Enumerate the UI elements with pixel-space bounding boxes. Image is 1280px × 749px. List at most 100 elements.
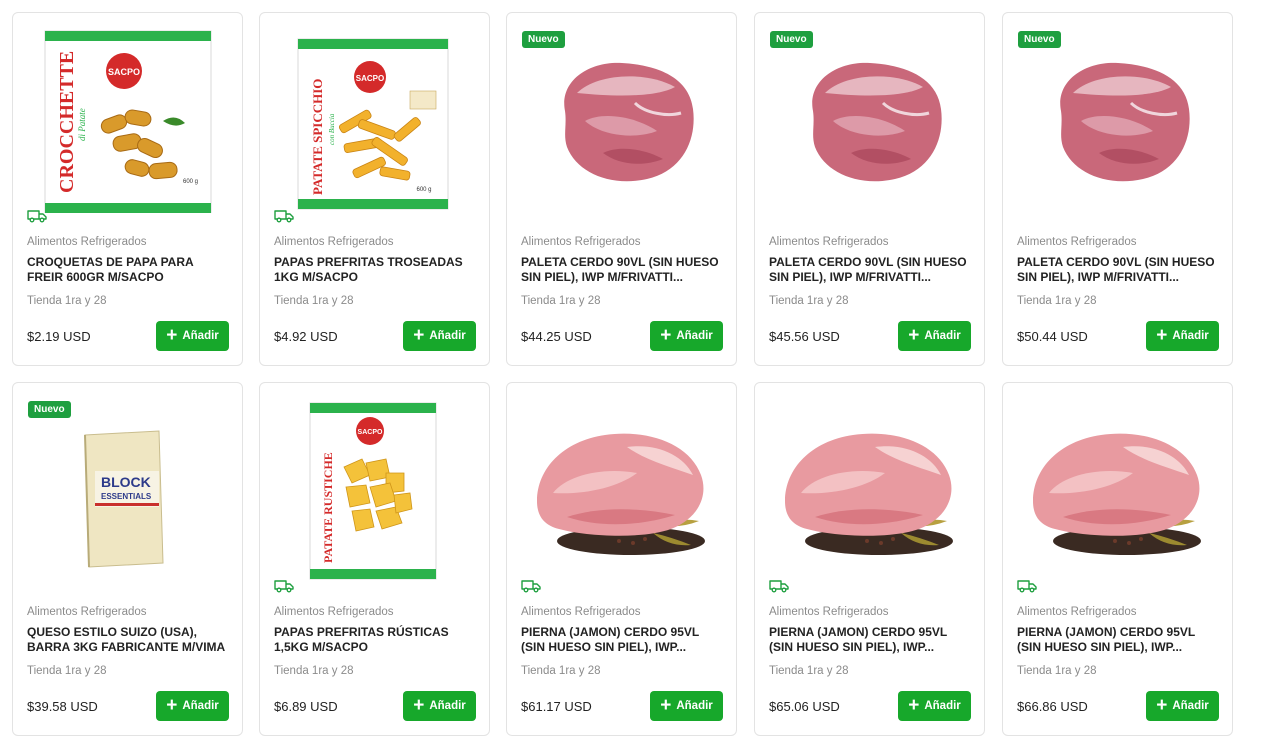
delivery-truck-icon [1017,578,1037,598]
product-image[interactable]: SACPO PATATE SPICCHIO con Buccia 600 g [260,13,489,213]
product-title[interactable]: PIERNA (JAMON) CERDO 95VL (SIN HUESO SIN… [1017,625,1222,655]
product-price: $4.92 USD [274,329,338,344]
package-name: PATATE SPICCHIO [310,79,325,195]
product-image[interactable] [755,383,984,583]
product-image[interactable]: SACPO CROCCHETTE di Patate 600 g [13,13,242,213]
store-name: Tienda 1ra y 28 [274,665,354,677]
plus-icon: + [660,324,672,346]
add-button-label: Añadir [924,700,961,712]
new-badge: Nuevo [770,31,813,48]
plus-icon: + [660,694,672,716]
product-category: Alimentos Refrigerados [769,606,889,618]
plus-icon: + [908,694,920,716]
store-name: Tienda 1ra y 28 [1017,665,1097,677]
store-name: Tienda 1ra y 28 [27,665,107,677]
product-image[interactable] [507,383,736,583]
product-price: $44.25 USD [521,329,592,344]
plus-icon: + [413,324,425,346]
product-title[interactable]: PIERNA (JAMON) CERDO 95VL (SIN HUESO SIN… [521,625,726,655]
product-category: Alimentos Refrigerados [274,606,394,618]
store-name: Tienda 1ra y 28 [27,295,107,307]
product-title[interactable]: PAPAS PREFRITAS TROSEADAS 1KG M/SACPO [274,255,479,285]
store-name: Tienda 1ra y 28 [274,295,354,307]
product-title[interactable]: PIERNA (JAMON) CERDO 95VL (SIN HUESO SIN… [769,625,974,655]
product-price: $45.56 USD [769,329,840,344]
new-badge: Nuevo [1018,31,1061,48]
product-category: Alimentos Refrigerados [1017,236,1137,248]
product-card[interactable]: Alimentos Refrigerados PIERNA (JAMON) CE… [754,382,985,736]
add-to-cart-button[interactable]: + Añadir [403,321,476,351]
plus-icon: + [413,694,425,716]
product-price: $39.58 USD [27,699,98,714]
brand-logo: SACPO [358,429,383,436]
product-price: $2.19 USD [27,329,91,344]
product-category: Alimentos Refrigerados [27,606,147,618]
product-card[interactable]: SACPO PATATE SPICCHIO con Buccia 600 g A… [259,12,490,366]
add-to-cart-button[interactable]: + Añadir [650,321,723,351]
add-to-cart-button[interactable]: + Añadir [156,321,229,351]
product-card[interactable]: SACPO CROCCHETTE di Patate 600 g Aliment… [12,12,243,366]
product-card[interactable]: Nuevo Alimentos Refrigerados PALETA CERD… [754,12,985,366]
add-button-label: Añadir [182,330,219,342]
delivery-truck-icon [27,208,47,228]
product-card[interactable]: Alimentos Refrigerados PIERNA (JAMON) CE… [506,382,737,736]
product-card[interactable]: Nuevo Alimentos Refrigerados PALETA CERD… [506,12,737,366]
store-name: Tienda 1ra y 28 [1017,295,1097,307]
product-card[interactable]: Nuevo BLOCK ESSENTIALS Alimentos Refrige… [12,382,243,736]
product-price: $65.06 USD [769,699,840,714]
add-to-cart-button[interactable]: + Añadir [650,691,723,721]
add-to-cart-button[interactable]: + Añadir [156,691,229,721]
product-title[interactable]: QUESO ESTILO SUIZO (USA), BARRA 3KG FABR… [27,625,232,655]
add-button-label: Añadir [429,330,466,342]
delivery-truck-icon [274,208,294,228]
plus-icon: + [166,324,178,346]
plus-icon: + [166,694,178,716]
product-title[interactable]: CROQUETAS DE PAPA PARA FREIR 600GR M/SAC… [27,255,232,285]
product-category: Alimentos Refrigerados [274,236,394,248]
add-button-label: Añadir [1172,700,1209,712]
add-to-cart-button[interactable]: + Añadir [403,691,476,721]
product-title[interactable]: PALETA CERDO 90VL (SIN HUESO SIN PIEL), … [521,255,726,285]
store-name: Tienda 1ra y 28 [521,665,601,677]
product-card[interactable]: SACPO PATATE RUSTICHE Alimentos Refriger… [259,382,490,736]
plus-icon: + [908,324,920,346]
product-title[interactable]: PALETA CERDO 90VL (SIN HUESO SIN PIEL), … [769,255,974,285]
brand-logo: SACPO [108,67,140,77]
product-price: $50.44 USD [1017,329,1088,344]
add-to-cart-button[interactable]: + Añadir [1146,321,1219,351]
add-button-label: Añadir [182,700,219,712]
add-button-label: Añadir [924,330,961,342]
delivery-truck-icon [769,578,789,598]
product-price: $66.86 USD [1017,699,1088,714]
plus-icon: + [1156,694,1168,716]
package-subtitle: di Patate [77,108,87,141]
add-button-label: Añadir [676,700,713,712]
product-category: Alimentos Refrigerados [1017,606,1137,618]
product-category: Alimentos Refrigerados [27,236,147,248]
store-name: Tienda 1ra y 28 [521,295,601,307]
product-grid: SACPO CROCCHETTE di Patate 600 g Aliment… [0,0,1280,749]
new-badge: Nuevo [28,401,71,418]
plus-icon: + [1156,324,1168,346]
brand-logo: SACPO [356,74,384,83]
package-name: CROCCHETTE [56,51,78,193]
product-image[interactable] [1003,383,1232,583]
delivery-truck-icon [521,578,541,598]
product-title[interactable]: PALETA CERDO 90VL (SIN HUESO SIN PIEL), … [1017,255,1222,285]
new-badge: Nuevo [522,31,565,48]
package-label: BLOCK [101,474,151,490]
product-title[interactable]: PAPAS PREFRITAS RÚSTICAS 1,5KG M/SACPO [274,625,479,655]
product-card[interactable]: Alimentos Refrigerados PIERNA (JAMON) CE… [1002,382,1233,736]
product-price: $61.17 USD [521,699,592,714]
product-image[interactable]: SACPO PATATE RUSTICHE [260,383,489,583]
package-label-sub: ESSENTIALS [101,492,152,501]
add-button-label: Añadir [676,330,713,342]
add-button-label: Añadir [429,700,466,712]
add-to-cart-button[interactable]: + Añadir [898,321,971,351]
delivery-truck-icon [274,578,294,598]
store-name: Tienda 1ra y 28 [769,665,849,677]
add-to-cart-button[interactable]: + Añadir [1146,691,1219,721]
product-price: $6.89 USD [274,699,338,714]
add-to-cart-button[interactable]: + Añadir [898,691,971,721]
product-card[interactable]: Nuevo Alimentos Refrigerados PALETA CERD… [1002,12,1233,366]
